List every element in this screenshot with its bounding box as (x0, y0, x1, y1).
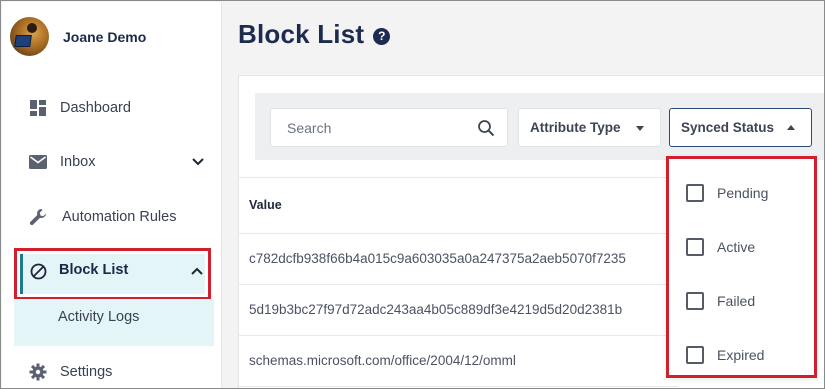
checkbox[interactable] (686, 346, 704, 364)
checkbox[interactable] (686, 184, 704, 202)
chevron-down-icon[interactable] (191, 155, 205, 169)
block-icon (29, 262, 47, 280)
help-icon[interactable]: ? (373, 27, 391, 45)
sidebar-item-automation-rules[interactable]: Automation Rules (2, 197, 221, 237)
sidebar-item-inbox[interactable]: Inbox (2, 142, 221, 182)
sidebar-item-label: Dashboard (60, 100, 131, 116)
option-expired[interactable]: Expired (686, 345, 764, 365)
option-label: Active (717, 239, 756, 255)
avatar-laptop (14, 35, 32, 47)
sidebar-item-settings[interactable]: Settings (2, 352, 221, 388)
search-input[interactable]: Search (270, 108, 508, 147)
avatar[interactable] (10, 17, 49, 56)
table-cell-value: schemas.microsoft.com/office/2004/12/omm… (249, 353, 516, 368)
user-profile[interactable]: Joane Demo (10, 17, 146, 56)
option-label: Expired (717, 347, 765, 363)
sidebar-subitem-label: Activity Logs (58, 309, 140, 325)
table-cell-value: c782dcfb938f66b4a015c9a603035a0a247375a2… (249, 251, 626, 266)
caret-down-icon (636, 126, 644, 131)
gear-icon (29, 363, 47, 381)
sidebar-item-label: Inbox (60, 154, 96, 170)
app-window: Joane Demo Dashboard Inbox Automation Ru… (0, 0, 825, 389)
page-title: Block List (238, 19, 365, 49)
option-label: Failed (717, 293, 756, 309)
synced-status-dropdown[interactable]: Synced Status (669, 108, 812, 147)
sidebar-item-block-list[interactable]: Block List (14, 248, 211, 300)
attribute-type-dropdown[interactable]: Attribute Type (518, 108, 661, 147)
table-row[interactable]: c782dcfb938f66b4a015c9a603035a0a247375a2… (238, 234, 678, 285)
sidebar-item-label: Block List (59, 262, 129, 278)
column-header-value[interactable]: Value (249, 198, 282, 212)
option-failed[interactable]: Failed (686, 291, 755, 311)
search-icon[interactable] (477, 119, 495, 137)
search-placeholder: Search (287, 120, 332, 136)
option-active[interactable]: Active (686, 237, 755, 257)
table-row[interactable]: schemas.microsoft.com/office/2004/12/omm… (238, 336, 678, 387)
dashboard-icon (29, 99, 47, 117)
option-pending[interactable]: Pending (686, 183, 768, 203)
caret-up-icon (787, 125, 795, 130)
sidebar-item-label: Settings (60, 364, 113, 380)
avatar-head (27, 23, 37, 33)
sidebar-item-label: Automation Rules (62, 209, 177, 225)
table-cell-value: 5d19b3bc27f97d72adc243aa4b05c889df3e4219… (249, 302, 623, 317)
chevron-up-icon[interactable] (190, 264, 204, 278)
table-header: Value (238, 177, 678, 234)
checkbox[interactable] (686, 292, 704, 310)
dropdown-label: Synced Status (681, 120, 775, 135)
wrench-icon (29, 208, 47, 226)
sidebar-subitem-activity-logs[interactable]: Activity Logs (14, 299, 214, 346)
table-row[interactable]: 5d19b3bc27f97d72adc243aa4b05c889df3e4219… (238, 285, 678, 336)
sidebar-item-dashboard[interactable]: Dashboard (2, 88, 221, 128)
user-name: Joane Demo (63, 28, 147, 45)
sidebar: Joane Demo Dashboard Inbox Automation Ru… (2, 2, 222, 388)
option-label: Pending (717, 185, 769, 201)
dropdown-label: Attribute Type (530, 120, 621, 135)
synced-status-menu: Pending Active Failed Expired (666, 156, 817, 378)
page-header: Block List ? (238, 19, 391, 50)
checkbox[interactable] (686, 238, 704, 256)
mail-icon (29, 153, 47, 171)
